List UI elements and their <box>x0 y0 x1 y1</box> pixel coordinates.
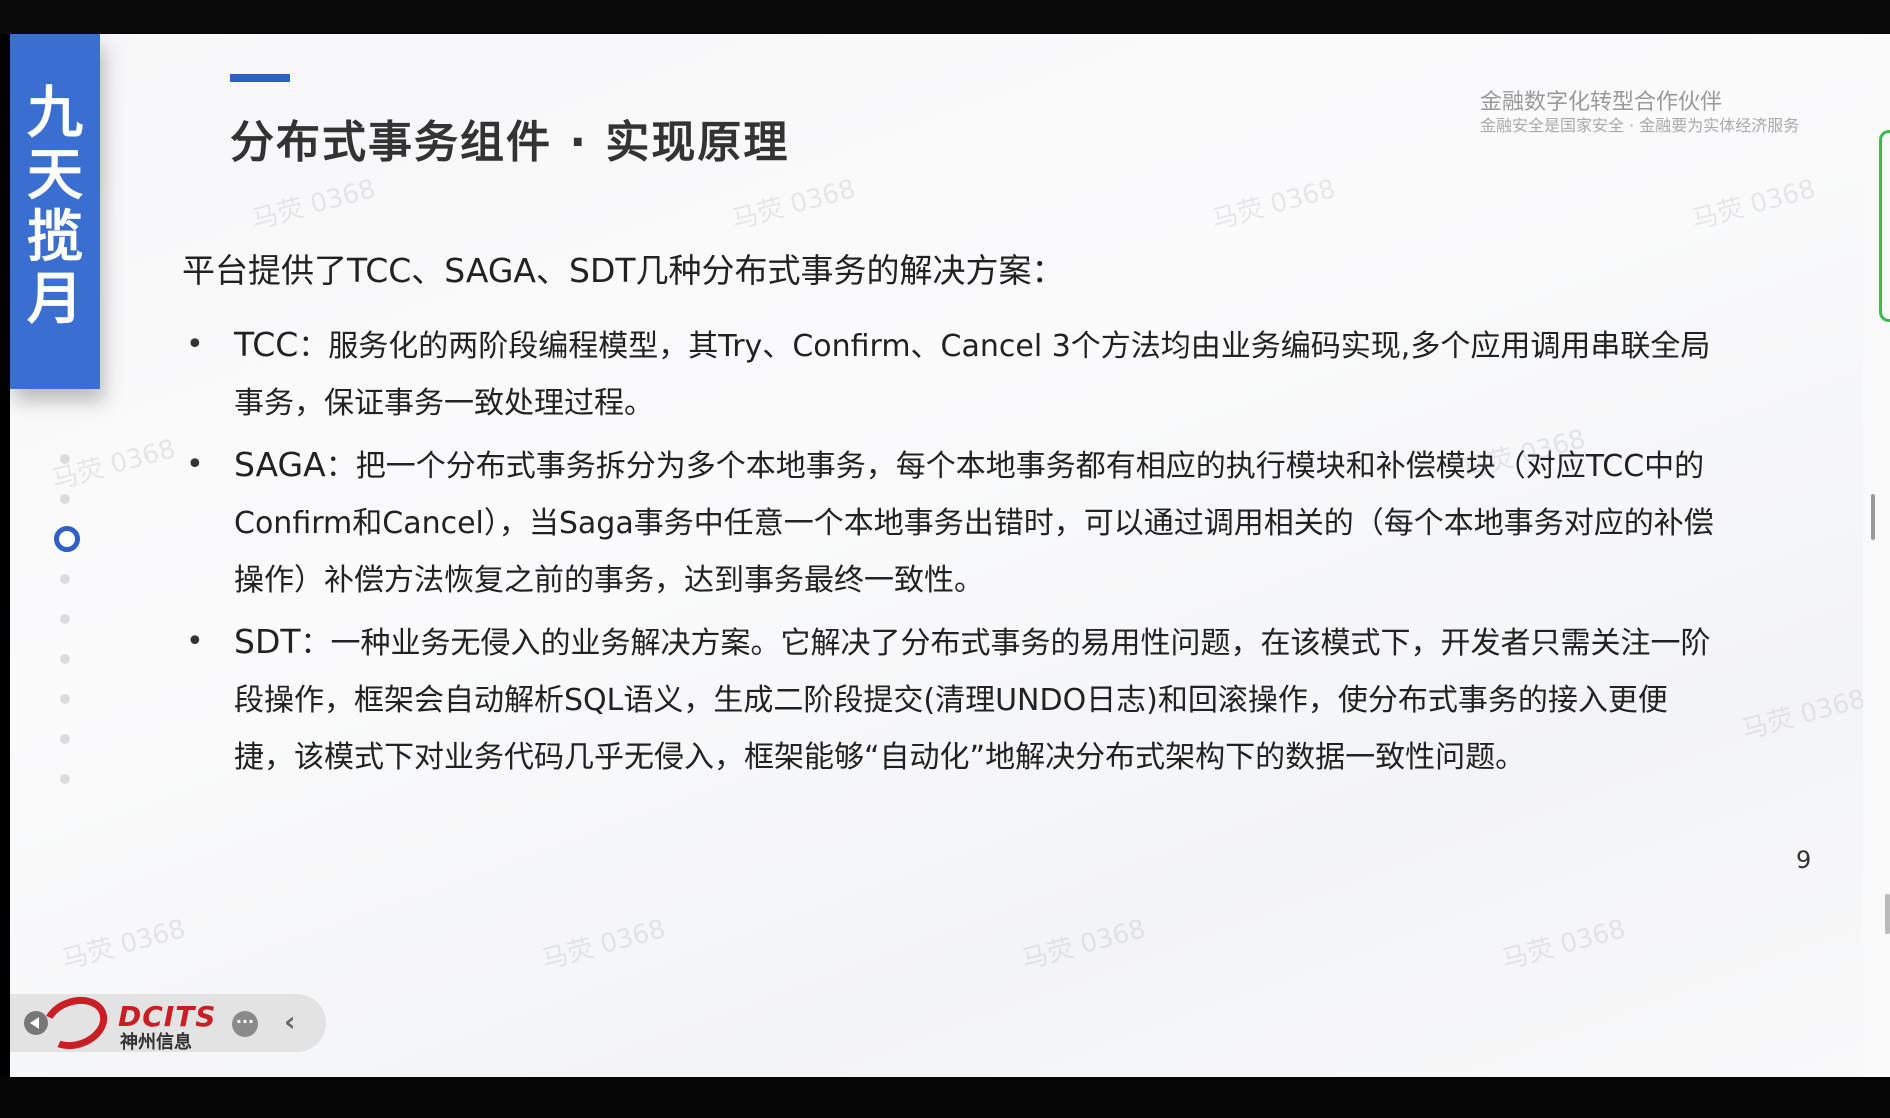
watermark: 马荧 0368 <box>1208 174 1339 236</box>
presentation-toolbar: DCITS 神州信息 ··· ‹ <box>10 988 326 1058</box>
chevron-left-icon[interactable]: ‹ <box>284 1005 296 1038</box>
bullet-dot-icon: • <box>186 447 204 482</box>
right-edge-panel <box>1863 34 1890 1077</box>
slide-nav-dots <box>46 454 86 814</box>
nav-dot[interactable] <box>60 734 70 744</box>
watermark: 马荧 0368 <box>538 914 669 976</box>
green-indicator <box>1879 130 1890 322</box>
watermark: 马荧 0368 <box>1018 914 1149 976</box>
bullet-term: SDT <box>234 622 301 661</box>
watermark: 马荧 0368 <box>728 174 859 236</box>
edge-tick <box>1885 894 1890 934</box>
window-bottom-bar <box>0 1077 1890 1118</box>
bullet-term: SAGA <box>234 445 326 484</box>
watermark: 马荧 0368 <box>248 174 379 236</box>
tagline-sub: 金融安全是国家安全 · 金融要为实体经济服务 <box>1480 116 1800 135</box>
watermark: 马荧 0368 <box>48 434 179 496</box>
nav-dot[interactable] <box>60 774 70 784</box>
bullet-text: ：服务化的两阶段编程模型，其Try、Confirm、Cancel 3个方法均由业… <box>234 329 1711 421</box>
logo-cn-text: 神州信息 <box>120 1032 192 1053</box>
nav-dot-active[interactable] <box>54 526 80 552</box>
ellipsis-icon[interactable]: ··· <box>232 1011 258 1037</box>
presentation-slide: 九 天 揽 月 分布式事务组件 · 实现原理 金融数字化转型合作伙伴 金融安全是… <box>10 34 1863 1077</box>
bullet-item-sdt: • SDT：一种业务无侵入的业务解决方案。它解决了分布式事务的易用性问题，在该模… <box>182 613 1722 786</box>
title-accent-bar <box>230 74 290 82</box>
nav-dot[interactable] <box>60 614 70 624</box>
bullet-term: TCC <box>234 325 299 364</box>
brand-box: 九 天 揽 月 <box>10 34 100 389</box>
page-number: 9 <box>1796 846 1812 874</box>
scrollbar-handle[interactable] <box>1871 494 1875 540</box>
window-top-bar <box>0 0 1890 34</box>
brand-vertical-text: 九 天 揽 月 <box>10 82 100 330</box>
watermark: 马荧 0368 <box>1498 914 1629 976</box>
slide-title: 分布式事务组件 · 实现原理 <box>230 117 790 168</box>
nav-dot[interactable] <box>60 694 70 704</box>
bullet-item-tcc: • TCC：服务化的两阶段编程模型，其Try、Confirm、Cancel 3个… <box>182 316 1722 432</box>
bullet-dot-icon: • <box>186 327 204 362</box>
nav-dot[interactable] <box>60 574 70 584</box>
watermark: 马荧 0368 <box>1688 174 1819 236</box>
watermark: 马荧 0368 <box>58 914 189 976</box>
bullet-text: ：一种业务无侵入的业务解决方案。它解决了分布式事务的易用性问题，在该模式下，开发… <box>234 626 1711 775</box>
intro-text: 平台提供了TCC、SAGA、SDT几种分布式事务的解决方案： <box>182 251 1065 290</box>
nav-dot[interactable] <box>60 654 70 664</box>
bullet-list: • TCC：服务化的两阶段编程模型，其Try、Confirm、Cancel 3个… <box>182 316 1722 790</box>
dcits-logo-icon <box>35 988 115 1058</box>
bullet-dot-icon: • <box>186 624 204 659</box>
brand-vertical-label: 九 天 揽 月 <box>27 80 83 332</box>
watermark: 马荧 0368 <box>1738 684 1863 746</box>
